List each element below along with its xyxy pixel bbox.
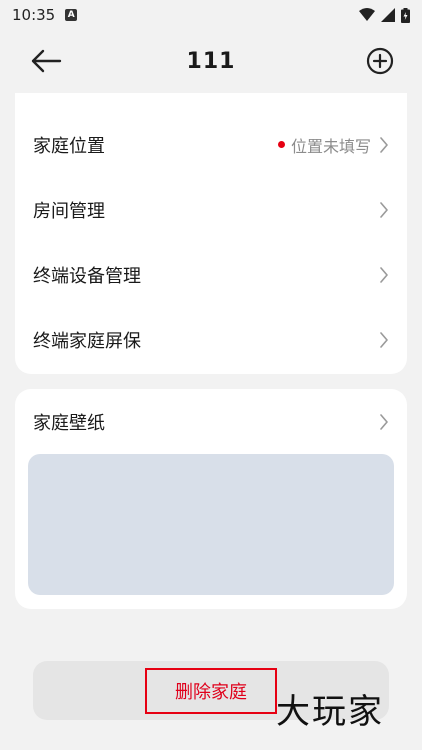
battery-icon	[401, 7, 410, 23]
settings-item-right	[379, 201, 389, 218]
settings-item-devices[interactable]: 终端设备管理	[15, 242, 407, 307]
settings-item-label: 家庭位置	[33, 135, 105, 157]
settings-item-right: 位置未填写	[277, 133, 389, 157]
settings-item-label: 房间管理	[33, 200, 105, 222]
location-value: 位置未填写	[290, 136, 371, 156]
notification-a-icon: A	[65, 9, 78, 21]
plus-circle-icon[interactable]	[366, 47, 394, 75]
settings-item-label: 终端设备管理	[33, 265, 141, 287]
settings-item-label: 家庭壁纸	[33, 412, 105, 434]
watermark-logo: 大玩家	[276, 692, 384, 732]
chevron-right-icon	[380, 136, 388, 153]
wallpaper-preview[interactable]	[28, 454, 394, 595]
chevron-right-icon	[380, 331, 388, 348]
status-time: 10:35	[12, 6, 56, 24]
settings-item-right	[379, 266, 389, 283]
chevron-right-icon	[380, 413, 388, 430]
status-bar: 10:35 A	[0, 0, 422, 30]
delete-home-label: 删除家庭	[145, 667, 277, 714]
settings-card: 家庭位置 位置未填写 房间管理 终端设备管理 终端家庭屏保	[15, 93, 407, 374]
page-title: 111	[186, 48, 236, 74]
wifi-icon	[359, 8, 375, 21]
header: 111	[0, 30, 422, 92]
chevron-right-icon	[380, 266, 388, 283]
wallpaper-card: 家庭壁纸	[15, 389, 407, 609]
settings-item-rooms[interactable]: 房间管理	[15, 177, 407, 242]
status-dot	[277, 141, 285, 148]
settings-item-right	[379, 331, 389, 348]
arrow-left-icon[interactable]	[30, 48, 62, 74]
status-icons	[359, 7, 410, 23]
settings-item-wallpaper[interactable]: 家庭壁纸	[15, 389, 407, 454]
settings-item-location[interactable]: 家庭位置 位置未填写	[15, 112, 407, 177]
settings-item-right	[379, 413, 389, 430]
signal-icon	[381, 8, 395, 22]
settings-item-screensaver[interactable]: 终端家庭屏保	[15, 307, 407, 372]
chevron-right-icon	[380, 201, 388, 218]
settings-item-label: 终端家庭屏保	[33, 330, 141, 352]
